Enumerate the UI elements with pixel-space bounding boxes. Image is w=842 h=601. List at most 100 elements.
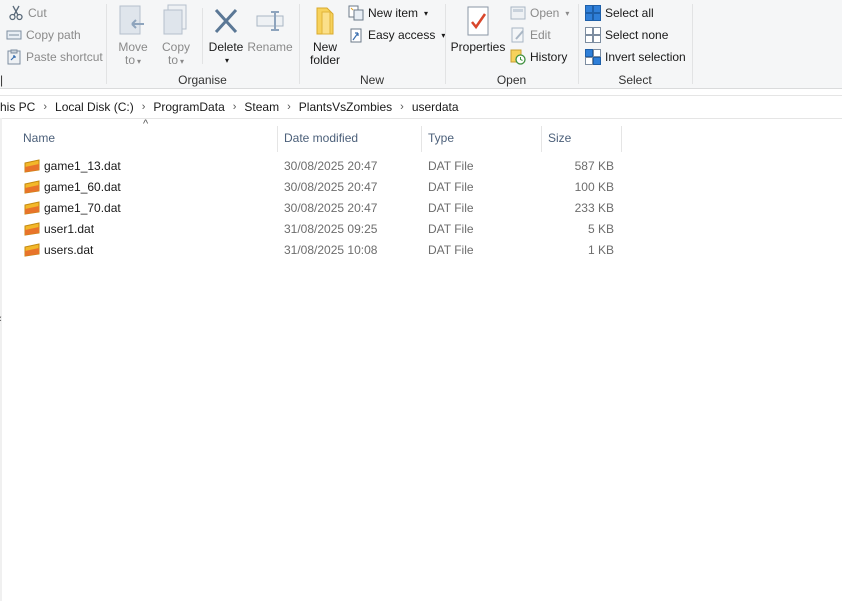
dat-file-icon — [24, 222, 40, 236]
edit-label: Edit — [530, 28, 551, 42]
copy-to-label-2: to — [167, 53, 178, 67]
new-folder-icon — [310, 4, 340, 38]
file-name: game1_70.dat — [44, 201, 121, 215]
select-none-icon — [585, 27, 601, 43]
new-folder-label-2: folder — [309, 53, 341, 67]
file-size: 1 KB — [587, 243, 614, 257]
history-button[interactable]: History — [510, 47, 567, 67]
file-row-game1-60[interactable]: game1_60.dat 30/08/2025 20:47 DAT File 1… — [18, 177, 622, 198]
dat-file-icon — [24, 159, 40, 173]
delete-button[interactable]: Delete ▾ — [207, 4, 245, 67]
ribbon: Cut Copy path Paste shortcut | Move to▾ — [0, 0, 842, 89]
breadcrumb-plantsvszombies[interactable]: PlantsVsZombies — [293, 100, 398, 114]
rename-icon — [255, 4, 285, 38]
cut-label: Cut — [28, 6, 47, 20]
column-header-date-modified[interactable]: Date modified — [278, 126, 422, 150]
copy-path-icon — [6, 27, 22, 43]
chevron-right-icon[interactable]: › — [231, 101, 239, 113]
file-size: 587 KB — [574, 159, 614, 173]
column-header-name[interactable]: Name — [17, 126, 277, 150]
copy-path-label: Copy path — [26, 28, 81, 42]
breadcrumb-programdata[interactable]: ProgramData — [147, 100, 230, 114]
clipboard-group-label-fragment: | — [0, 73, 4, 87]
file-type: DAT File — [428, 222, 474, 236]
file-type: DAT File — [428, 243, 474, 257]
select-none-label: Select none — [605, 28, 669, 42]
chevron-right-icon[interactable]: › — [140, 101, 148, 113]
breadcrumb-local-disk[interactable]: Local Disk (C:) — [49, 100, 140, 114]
breadcrumb-steam[interactable]: Steam — [238, 100, 285, 114]
chevron-down-icon: ▾ — [424, 8, 429, 18]
invert-selection-button[interactable]: Invert selection — [585, 47, 686, 67]
address-bar[interactable]: his PC › Local Disk (C:) › ProgramData ›… — [0, 95, 842, 119]
rename-label: Rename — [247, 40, 293, 54]
properties-label: Properties — [450, 40, 506, 54]
file-row-game1-13[interactable]: game1_13.dat 30/08/2025 20:47 DAT File 5… — [18, 156, 622, 177]
navigation-pane-edge[interactable] — [0, 118, 2, 601]
new-group: New folder New item ▾ Easy access ▾ New — [300, 0, 445, 88]
properties-button[interactable]: Properties — [450, 4, 506, 54]
file-name: users.dat — [44, 243, 94, 257]
copy-to-icon — [161, 4, 191, 38]
collapse-chevron-icon[interactable]: ‹ — [0, 313, 2, 325]
open-label: Open — [530, 6, 560, 20]
invert-selection-label: Invert selection — [605, 50, 686, 64]
chevron-right-icon[interactable]: › — [285, 101, 293, 113]
move-to-icon — [118, 4, 148, 38]
copy-path-button[interactable]: Copy path — [6, 25, 81, 45]
select-group-label: Select — [618, 73, 652, 87]
new-item-button[interactable]: New item ▾ — [348, 3, 428, 23]
chevron-right-icon[interactable]: › — [41, 101, 49, 113]
move-to-label-2: to — [124, 53, 135, 67]
open-group-label: Open — [496, 73, 527, 87]
new-group-label: New — [359, 73, 384, 87]
chevron-right-icon[interactable]: › — [398, 101, 406, 113]
cut-button[interactable]: Cut — [8, 3, 47, 23]
file-row-users[interactable]: users.dat 31/08/2025 10:08 DAT File 1 KB — [18, 240, 622, 261]
move-to-button[interactable]: Move to ▾ — [115, 4, 151, 68]
delete-label: Delete — [208, 40, 244, 54]
easy-access-button[interactable]: Easy access ▾ — [348, 25, 445, 45]
paste-shortcut-button[interactable]: Paste shortcut — [6, 47, 103, 67]
select-none-button[interactable]: Select none — [585, 25, 668, 45]
file-date: 31/08/2025 09:25 — [284, 222, 378, 236]
dat-file-icon — [24, 180, 40, 194]
organise-group-label: Organise — [178, 73, 227, 87]
select-all-icon — [585, 5, 601, 21]
rename-button[interactable]: Rename — [247, 4, 293, 54]
file-name: user1.dat — [44, 222, 95, 236]
easy-access-label: Easy access — [368, 28, 436, 42]
breadcrumb-this-pc[interactable]: his PC — [0, 100, 41, 114]
paste-shortcut-label: Paste shortcut — [26, 50, 103, 64]
select-group: Select all Select none Invert selection … — [579, 0, 691, 88]
file-name: game1_60.dat — [44, 180, 121, 194]
easy-access-icon — [348, 27, 364, 43]
dat-file-icon — [24, 201, 40, 215]
open-icon — [510, 5, 526, 21]
column-header-row: ^ Name Date modified Type Size — [0, 118, 842, 152]
file-date: 30/08/2025 20:47 — [284, 159, 378, 173]
file-date: 31/08/2025 10:08 — [284, 243, 378, 257]
edit-button[interactable]: Edit — [510, 25, 551, 45]
column-header-size[interactable]: Size — [542, 126, 622, 150]
properties-icon — [463, 4, 493, 38]
new-folder-button[interactable]: New folder — [306, 4, 344, 67]
select-all-button[interactable]: Select all — [585, 3, 654, 23]
organise-group: Move to ▾ Copy to ▾ Delete ▾ Rename Organi… — [107, 0, 298, 88]
paste-shortcut-icon — [6, 49, 22, 65]
file-row-game1-70[interactable]: game1_70.dat 30/08/2025 20:47 DAT File 2… — [18, 198, 622, 219]
file-name: game1_13.dat — [44, 159, 121, 173]
new-item-label: New item — [368, 6, 419, 20]
file-date: 30/08/2025 20:47 — [284, 180, 378, 194]
open-button[interactable]: Open ▾ — [510, 3, 569, 23]
chevron-down-icon: ▾ — [565, 8, 570, 18]
new-item-icon — [348, 5, 364, 21]
breadcrumb-userdata[interactable]: userdata — [406, 100, 465, 114]
select-all-label: Select all — [605, 6, 654, 20]
history-label: History — [530, 50, 568, 64]
file-size: 100 KB — [574, 180, 614, 194]
file-type: DAT File — [428, 201, 474, 215]
file-row-user1[interactable]: user1.dat 31/08/2025 09:25 DAT File 5 KB — [18, 219, 622, 240]
copy-to-button[interactable]: Copy to ▾ — [158, 4, 194, 68]
column-header-type[interactable]: Type — [422, 126, 542, 150]
